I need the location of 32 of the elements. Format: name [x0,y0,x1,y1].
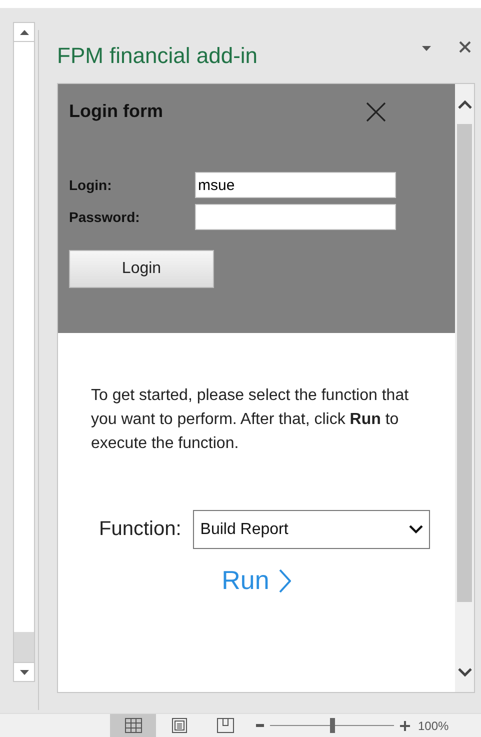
scrollbar-thumb[interactable] [14,632,34,662]
instruction-text: To get started, please select the function that you want to perform. After that, click Run to execute the function. [91,386,410,454]
plus-icon [400,720,410,730]
chevron-down-icon [409,525,424,534]
scroll-up-icon [20,30,28,34]
function-dropdown[interactable]: Build Report [193,510,430,549]
page-icon [172,718,186,733]
chevron-down-icon[interactable] [458,668,472,676]
field-label: Login: [69,177,113,193]
close-icon[interactable] [366,102,386,122]
zoom-in-button[interactable] [400,720,410,730]
grid-icon [124,718,142,733]
close-button[interactable] [459,38,471,52]
form-title: Login form [69,101,163,122]
caret-icon [422,46,431,51]
input-field[interactable]: msue [195,172,396,198]
page-break-icon [216,718,234,733]
view-button[interactable] [110,714,156,737]
login-button[interactable]: Login [69,250,214,288]
field-label: Password: [69,209,141,225]
zoom-level: 100% [418,718,449,732]
zoom-slider-thumb[interactable] [330,718,335,733]
vertical-scrollbar[interactable] [13,22,35,682]
scroll-down-icon [20,670,28,674]
function-label: Function: [99,518,182,541]
vertical-scrollbar[interactable] [455,84,474,692]
input-field[interactable] [195,204,396,230]
chevron-up-icon[interactable] [458,100,472,108]
chevron-right-icon [279,568,292,592]
minus-icon [256,724,264,727]
pane-title: FPM financial add-in [57,42,259,68]
close-icon [459,40,471,52]
